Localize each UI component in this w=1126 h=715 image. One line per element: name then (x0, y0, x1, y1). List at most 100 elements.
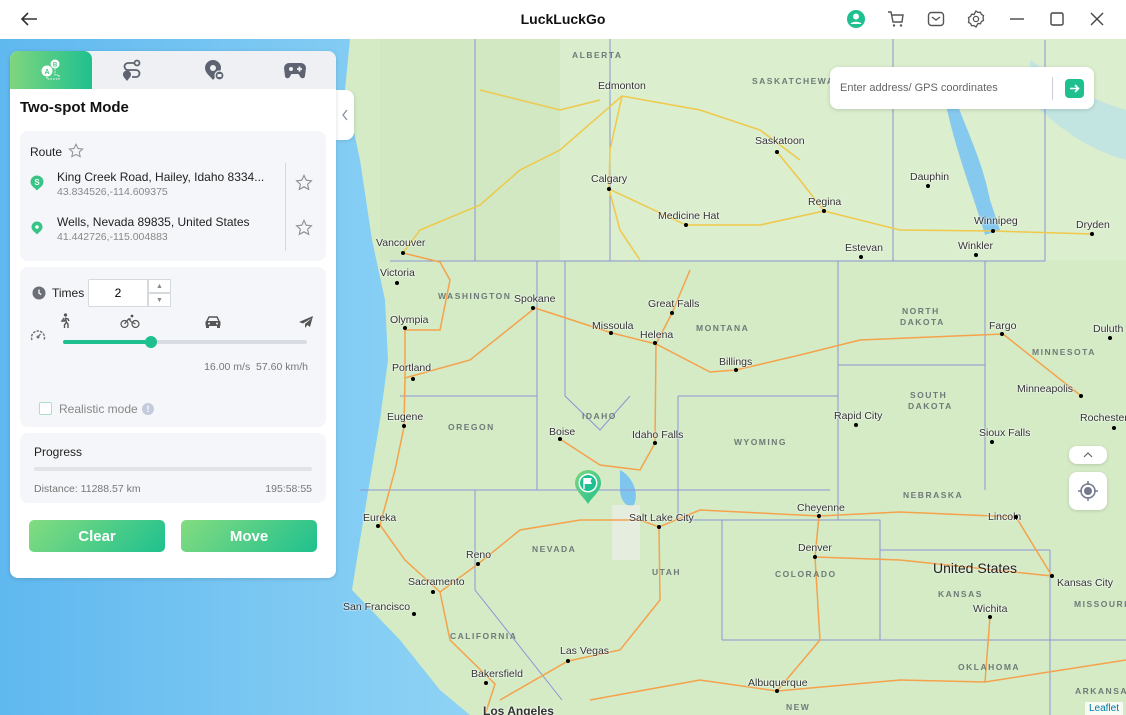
city-marker-dot (817, 514, 821, 518)
mode-tabs: AB (10, 51, 336, 89)
progress-card: Progress Distance: 11288.57 km 195:58:55 (20, 433, 326, 503)
city-marker-dot (988, 615, 992, 619)
progress-label: Progress (34, 445, 83, 459)
city-label: Wichita (973, 603, 1008, 615)
times-label: Times (52, 286, 85, 300)
mail-icon[interactable] (925, 8, 947, 30)
city-marker-dot (813, 555, 817, 559)
multi-spot-route-icon (123, 59, 141, 81)
city-marker-dot (822, 209, 826, 213)
state-label: DAKOTA (900, 317, 945, 327)
city-label: Eugene (387, 411, 424, 423)
speed-settings-card: Times ▲ ▼ 16.00 m/s 57.60 km/h Realistic… (20, 267, 326, 427)
state-label: MONTANA (696, 323, 750, 333)
realistic-mode-label: Realistic mode (59, 402, 138, 416)
city-marker-dot (607, 187, 611, 191)
state-label: OREGON (448, 422, 495, 432)
city-label: Albuquerque (748, 677, 808, 689)
city-label: Kansas City (1057, 577, 1114, 589)
end-point-pin-icon (31, 221, 43, 235)
svg-text:A: A (44, 69, 49, 76)
move-button[interactable]: Move (181, 520, 317, 552)
locate-me-button[interactable] (1069, 472, 1107, 510)
start-address: King Creek Road, Hailey, Idaho 8334... (57, 170, 265, 184)
state-label: OKLAHOMA (958, 662, 1021, 672)
title-bar: LuckLuckGo (0, 0, 1126, 39)
plane-speed-icon[interactable] (298, 315, 314, 329)
tab-two-spot-mode[interactable]: AB (10, 51, 92, 89)
city-marker-dot (609, 331, 613, 335)
city-marker-dot (1014, 515, 1018, 519)
speed-slider[interactable] (63, 336, 307, 348)
city-marker-dot (484, 681, 488, 685)
speed-readout: 16.00 m/s 57.60 km/h (204, 361, 308, 373)
speed-ms: 16.00 m/s (204, 361, 251, 373)
maximize-icon[interactable] (1046, 8, 1068, 30)
city-label: Edmonton (598, 80, 646, 92)
city-label: Medicine Hat (658, 210, 720, 222)
city-marker-dot (684, 223, 688, 227)
city-marker-dot (734, 368, 738, 372)
city-label: Winkler (958, 240, 994, 252)
collapse-panel-button[interactable] (336, 90, 354, 140)
city-label: Reno (466, 549, 492, 561)
speedometer-icon (30, 330, 46, 341)
city-label: Rochester (1080, 412, 1126, 424)
expand-up-button[interactable] (1069, 446, 1107, 464)
leaflet-attribution-link[interactable]: Leaflet (1084, 702, 1123, 715)
city-marker-dot (859, 255, 863, 259)
tab-teleport-mode[interactable] (173, 51, 255, 89)
settings-icon[interactable] (965, 8, 987, 30)
favorite-end-star-icon[interactable] (295, 219, 313, 237)
tab-multi-spot-mode[interactable] (92, 51, 174, 89)
car-speed-icon[interactable] (204, 315, 222, 329)
country-label: United States (933, 560, 1018, 576)
realistic-mode-checkbox[interactable] (39, 402, 52, 415)
two-spot-route-icon: AB (41, 59, 60, 80)
city-label: Bakersfield (471, 668, 523, 680)
clear-button[interactable]: Clear (29, 520, 165, 552)
city-label: Boise (549, 426, 576, 438)
city-label: Olympia (390, 314, 429, 326)
speed-slider-fill (63, 340, 151, 344)
city-label: Victoria (380, 267, 415, 279)
city-label: Great Falls (648, 298, 700, 310)
state-label: SOUTH (910, 390, 948, 400)
favorite-start-star-icon[interactable] (295, 174, 313, 192)
city-label: Sioux Falls (979, 427, 1031, 439)
times-increment-button[interactable]: ▲ (148, 279, 171, 293)
city-label: Sacramento (408, 576, 465, 588)
city-label: Fargo (989, 320, 1017, 332)
times-input[interactable] (88, 279, 148, 307)
city-marker-dot (411, 377, 415, 381)
search-go-button[interactable] (1065, 79, 1084, 98)
chevron-up-icon (1083, 452, 1093, 458)
account-icon[interactable] (845, 8, 867, 30)
tab-joystick-mode[interactable] (255, 51, 337, 89)
city-marker-dot (395, 281, 399, 285)
state-label: NEW (786, 702, 811, 712)
close-icon[interactable] (1086, 8, 1108, 30)
speed-kmh: 57.60 km/h (256, 361, 308, 373)
address-search-input[interactable] (840, 77, 1050, 99)
minimize-icon[interactable] (1006, 8, 1028, 30)
walk-speed-icon[interactable] (58, 313, 72, 329)
route-card: Route S King Creek Road, Hailey, Idaho 8… (20, 131, 326, 261)
city-marker-dot (1090, 232, 1094, 236)
cart-icon[interactable] (885, 8, 907, 30)
city-label: Saskatoon (755, 135, 805, 147)
info-icon[interactable]: ! (142, 403, 154, 415)
city-label: Vancouver (376, 237, 426, 249)
times-decrement-button[interactable]: ▼ (148, 293, 171, 307)
city-marker-dot (775, 150, 779, 154)
city-marker-dot (1079, 394, 1083, 398)
route-label: Route (30, 145, 63, 159)
city-label: San Francisco (343, 601, 411, 613)
speed-slider-handle[interactable] (144, 336, 157, 348)
destination-flag-pin[interactable] (573, 469, 603, 510)
city-label: Winnipeg (974, 215, 1018, 227)
city-marker-dot (1050, 574, 1054, 578)
city-label: Estevan (845, 242, 883, 254)
favorite-route-star-icon[interactable] (68, 143, 84, 159)
bike-speed-icon[interactable] (120, 314, 140, 329)
